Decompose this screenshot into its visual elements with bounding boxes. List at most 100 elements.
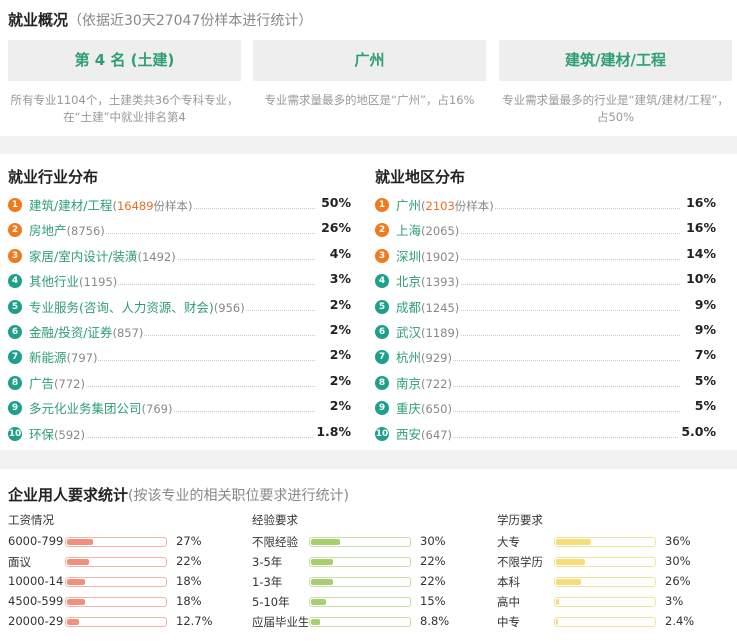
industry-name[interactable]: 多元化业务集团公司(769) <box>29 398 174 418</box>
rank-badge: 7 <box>8 350 22 365</box>
region-name[interactable]: 重庆(650) <box>396 398 453 418</box>
share-percent: 50% <box>319 195 351 210</box>
rank-badge: 4 <box>375 274 389 289</box>
education-row: 高中 3% <box>497 593 717 611</box>
region-name[interactable]: 成都(1245) <box>396 296 461 316</box>
top-region-card: 广州 <box>253 40 486 81</box>
salary-label: 4500-5999 <box>8 594 64 608</box>
sample-count: (2065) <box>421 224 460 239</box>
industry-row[interactable]: 2 房地产(8756) 26% <box>8 218 351 240</box>
experience-bar <box>309 617 411 627</box>
region-name[interactable]: 武汉(1189) <box>396 322 461 341</box>
rank-card: 第 4 名 (土建) <box>8 40 241 81</box>
sample-count-value: 2065 <box>425 224 455 239</box>
industry-name[interactable]: 环保(592) <box>29 423 86 443</box>
sample-count-value: 647 <box>425 427 448 442</box>
experience-percent: 22% <box>420 554 446 568</box>
rank-badge: 3 <box>375 248 389 263</box>
sample-count: (929) <box>421 351 452 366</box>
sample-count-value: 650 <box>425 402 448 417</box>
education-bar <box>554 577 656 587</box>
education-label: 高中 <box>497 595 520 609</box>
industry-label: 新能源 <box>29 350 67 366</box>
sample-count: (647) <box>421 427 452 442</box>
sample-count: (797) <box>66 351 98 366</box>
education-title: 学历要求 <box>497 513 543 527</box>
experience-row: 1-3年 22% <box>252 573 472 591</box>
region-row[interactable]: 9 重庆(650) 5% <box>375 396 716 418</box>
share-percent: 26% <box>319 220 351 236</box>
region-row[interactable]: 7 杭州(929) 7% <box>375 345 716 367</box>
education-bar <box>554 537 656 547</box>
rank-badge: 1 <box>375 198 389 212</box>
industry-row[interactable]: 8 广告(772) 2% <box>8 371 351 393</box>
region-name[interactable]: 上海(2065) <box>396 220 461 240</box>
industry-name[interactable]: 家居/室内设计/装潢(1492) <box>29 245 177 265</box>
salary-bar-fill <box>67 599 85 605</box>
industry-name[interactable]: 房地产(8756) <box>29 220 106 240</box>
region-name[interactable]: 南京(722) <box>396 372 453 392</box>
salary-bar <box>65 617 167 627</box>
salary-bar-fill <box>67 559 89 565</box>
education-bar-fill <box>556 579 582 585</box>
industry-name[interactable]: 金融/投资/证券(857) <box>29 322 145 341</box>
industry-row[interactable]: 4 其他行业(1195) 3% <box>8 269 351 291</box>
region-name[interactable]: 北京(1393) <box>396 271 461 291</box>
region-row[interactable]: 10 西安(647) 5.0% <box>375 422 716 444</box>
industry-row[interactable]: 9 多元化业务集团公司(769) 2% <box>8 396 351 418</box>
overview-heading: 就业概况（依据近30天27047份样本进行统计） <box>8 9 312 30</box>
sample-count-value: 592 <box>58 427 81 442</box>
share-percent: 2% <box>327 322 351 337</box>
region-row[interactable]: 5 成都(1245) 9% <box>375 295 716 317</box>
industry-name[interactable]: 其他行业(1195) <box>29 271 119 291</box>
salary-bar <box>65 597 167 607</box>
salary-bar <box>65 557 167 567</box>
industry-row[interactable]: 7 新能源(797) 2% <box>8 345 351 367</box>
experience-bar-fill <box>311 619 320 625</box>
region-label: 重庆 <box>396 401 422 417</box>
salary-label: 6000-7999 <box>8 534 64 548</box>
sample-count-value: 1189 <box>425 326 455 340</box>
salary-percent: 12.7% <box>176 614 213 628</box>
region-row[interactable]: 2 上海(2065) 16% <box>375 218 716 240</box>
industry-name[interactable]: 广告(772) <box>29 372 86 392</box>
sample-count: (2103份样本) <box>421 199 494 213</box>
region-row[interactable]: 3 深圳(1902) 14% <box>375 244 716 266</box>
sample-count-value: 797 <box>71 351 93 366</box>
experience-label: 应届毕业生 <box>252 615 308 629</box>
industry-row[interactable]: 1 建筑/建材/工程(16489份样本) 50% <box>8 193 351 215</box>
region-row[interactable]: 1 广州(2103份样本) 16% <box>375 193 716 215</box>
experience-percent: 8.8% <box>420 614 450 628</box>
industry-row[interactable]: 5 专业服务(咨询、人力资源、财会)(956) 2% <box>8 295 351 317</box>
industry-row[interactable]: 3 家居/室内设计/装潢(1492) 4% <box>8 244 351 266</box>
share-percent: 1.8% <box>314 423 351 439</box>
region-name[interactable]: 广州(2103份样本) <box>396 195 495 214</box>
sample-count: (8756) <box>66 224 105 239</box>
education-label: 本科 <box>497 575 520 589</box>
education-percent: 2.4% <box>665 614 695 628</box>
region-name[interactable]: 西安(647) <box>396 423 453 443</box>
sample-count-value: 722 <box>425 376 448 391</box>
region-name[interactable]: 杭州(929) <box>396 347 453 367</box>
industry-row[interactable]: 10 环保(592) 1.8% <box>8 422 351 444</box>
salary-row: 10000-149 18% <box>8 573 228 591</box>
overview-title: 就业概况 <box>8 11 69 29</box>
experience-percent: 15% <box>420 594 446 608</box>
industry-name[interactable]: 新能源(797) <box>29 347 99 367</box>
industry-row[interactable]: 6 金融/投资/证券(857) 2% <box>8 320 351 342</box>
experience-bar-fill <box>311 559 333 565</box>
experience-row: 不限经验 30% <box>252 533 472 551</box>
region-label: 深圳 <box>396 248 422 264</box>
rank-badge: 4 <box>8 274 22 289</box>
rank-card-desc: 所有专业1104个，土建类共36个专科专业，在“土建”中就业排名第4 <box>10 93 239 124</box>
experience-percent: 30% <box>420 534 446 548</box>
industry-name[interactable]: 建筑/建材/工程(16489份样本) <box>29 195 194 214</box>
industry-name[interactable]: 专业服务(咨询、人力资源、财会)(956) <box>29 296 246 316</box>
distribution-panel: 就业行业分布 就业地区分布 1 建筑/建材/工程(16489份样本) 50% 2 房地产… <box>0 154 737 450</box>
region-row[interactable]: 6 武汉(1189) 9% <box>375 320 716 342</box>
education-bar <box>554 557 656 567</box>
region-name[interactable]: 深圳(1902) <box>396 245 461 265</box>
region-row[interactable]: 8 南京(722) 5% <box>375 371 716 393</box>
region-row[interactable]: 4 北京(1393) 10% <box>375 269 716 291</box>
rank-badge: 9 <box>375 401 389 416</box>
